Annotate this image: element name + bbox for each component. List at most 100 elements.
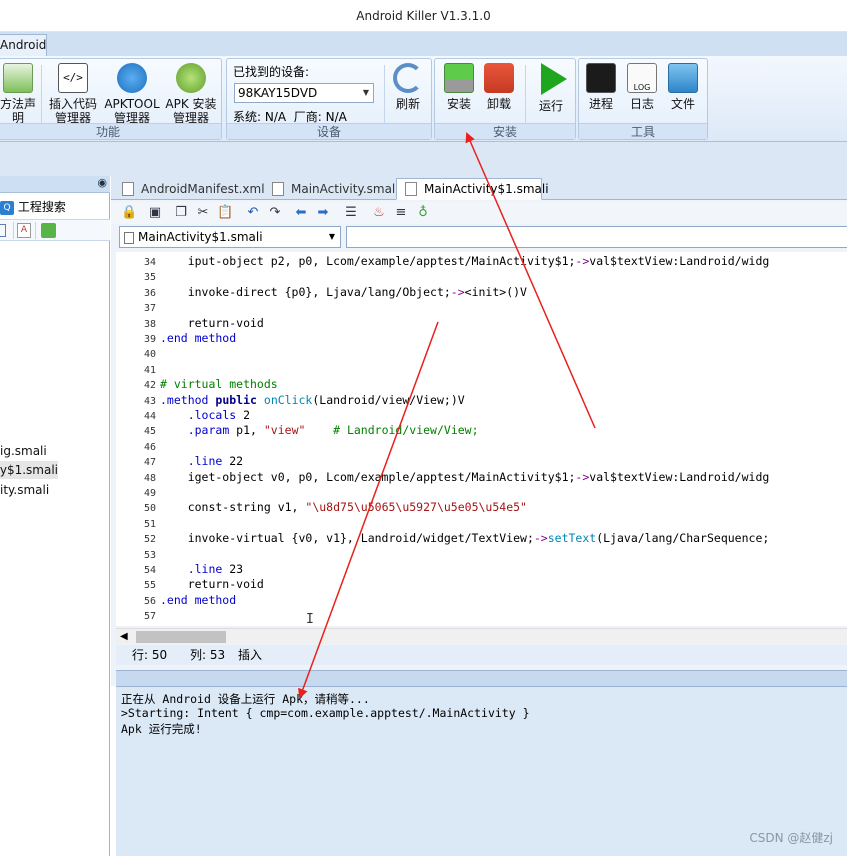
document-icon [272, 182, 284, 196]
install-icon [444, 63, 474, 93]
apk-install-manager-button[interactable]: APK 安装 管理器 [163, 61, 219, 125]
line-text: invoke-direct {p0}, Ljava/lang/Object;->… [160, 284, 527, 299]
code-line[interactable]: 56 .end method [116, 593, 847, 608]
paste-icon[interactable]: 📋 [217, 205, 233, 221]
file-item-mainactivity[interactable]: ity.smali [0, 481, 80, 499]
apktool-manager-label: APKTOOL 管理器 [104, 97, 160, 125]
code-line[interactable]: 40 [116, 346, 847, 361]
tab-mainactivity1[interactable]: MainActivity$1.smali [396, 178, 549, 200]
code-line[interactable]: 47 .line 22 [116, 454, 847, 469]
group-caption-tools: 工具 [579, 123, 707, 139]
line-number: 50 [143, 503, 156, 515]
code-line[interactable]: 53 [116, 547, 847, 562]
forward-arrow-icon[interactable]: ➡ [315, 205, 331, 221]
xml-icon[interactable]: A [17, 223, 31, 238]
method-declaration-button[interactable]: 方法声 明 [0, 61, 37, 125]
code-line[interactable]: 50 const-string v1, "\u8d75\u5065\u5927\… [116, 500, 847, 515]
code-line[interactable]: 51 [116, 516, 847, 531]
output-line: >Starting: Intent { cmp=com.example.appt… [121, 706, 530, 720]
uninstall-label: 卸载 [486, 97, 511, 111]
code-line[interactable]: 37 [116, 300, 847, 315]
eye-icon[interactable]: ◉ [97, 176, 107, 189]
line-text: .method public onClick(Landroid/view/Vie… [160, 392, 465, 407]
chevron-down-icon: ▼ [328, 232, 335, 241]
file-button[interactable]: 文件 [663, 61, 703, 111]
status-mode: 插入 [238, 648, 263, 662]
cut-icon[interactable]: ✂ [195, 205, 211, 221]
terminal-icon [586, 63, 616, 93]
line-text: invoke-virtual {v0, v1}, Landroid/widget… [160, 531, 770, 546]
method-combo[interactable]: MainActivity$1.smali ▼ [119, 226, 341, 248]
code-line[interactable]: 52 invoke-virtual {v0, v1}, Landroid/wid… [116, 531, 847, 546]
run-button[interactable]: 运行 [531, 61, 571, 113]
app-tab-android[interactable]: Android [0, 34, 47, 56]
editor-status-bar: 行: 50 列: 53 插入 [116, 645, 847, 665]
project-search-tab[interactable]: Q 工程搜索 [0, 197, 110, 217]
editor-toolbar: 🔒 ▣ ❐ ✂ 📋 ↶ ↷ ⬅ ➡ ☰ ♨ ≡ ♁ [111, 202, 847, 224]
device-found-label: 已找到的设备: [233, 65, 310, 79]
code-line[interactable]: 46 [116, 439, 847, 454]
format-icon[interactable]: ☰ [343, 205, 359, 221]
apktool-manager-button[interactable]: APKTOOL 管理器 [103, 61, 161, 125]
scrollbar-thumb[interactable] [136, 631, 226, 643]
code-line[interactable]: 57 [116, 608, 847, 623]
refresh-icon [393, 63, 423, 93]
method-declaration-label: 方法声 明 [0, 97, 36, 125]
file-item-config[interactable]: ig.smali [0, 442, 80, 460]
back-arrow-icon[interactable]: ⬅ [293, 205, 309, 221]
list-icon[interactable]: ≡ [393, 205, 409, 221]
code-line[interactable]: 36 invoke-direct {p0}, Ljava/lang/Object… [116, 285, 847, 300]
member-combo[interactable] [346, 226, 847, 248]
uninstall-button[interactable]: 卸载 [479, 61, 519, 111]
code-line[interactable]: 42 # virtual methods [116, 377, 847, 392]
log-button[interactable]: LOG 日志 [622, 61, 662, 111]
code-line[interactable]: 41 [116, 362, 847, 377]
code-line[interactable]: 35 [116, 269, 847, 284]
ribbon-group-device: 已找到的设备: 98KAY15DVD ▼ 系统: N/A 厂商: N/A 刷新 … [226, 58, 432, 140]
code-line[interactable]: 43 .method public onClick(Landroid/view/V… [116, 393, 847, 408]
line-number: 43 [143, 395, 156, 407]
java-icon[interactable]: ♨ [371, 205, 387, 221]
device-select[interactable]: 98KAY15DVD ▼ [234, 83, 374, 103]
code-editor[interactable]: 34 iput-object p2, p0, Lcom/example/appt… [116, 252, 847, 626]
line-text: .end method [160, 331, 237, 345]
refresh-button[interactable]: 刷新 [389, 61, 427, 111]
code-line[interactable]: 44 .locals 2 [116, 408, 847, 423]
code-line[interactable]: 54 .line 23 [116, 562, 847, 577]
code-line[interactable]: 48 iget-object v0, p0, Lcom/example/appt… [116, 470, 847, 485]
code-line[interactable]: 34 iput-object p2, p0, Lcom/example/appt… [116, 254, 847, 269]
process-button[interactable]: 进程 [581, 61, 621, 111]
scroll-left-arrow-icon[interactable]: ◀ [120, 629, 128, 645]
tab-androidmanifest[interactable]: AndroidManifest.xml [113, 178, 265, 200]
project-search-label: 工程搜索 [17, 200, 66, 214]
group-caption-install: 安装 [435, 123, 575, 139]
redo-icon[interactable]: ↷ [267, 205, 283, 221]
tree-icon[interactable]: ♁ [415, 205, 431, 221]
project-panel-toolbar: A [0, 219, 110, 241]
code-line[interactable]: 49 [116, 485, 847, 500]
android-small-icon[interactable] [41, 223, 56, 238]
undo-icon[interactable]: ↶ [245, 205, 261, 221]
line-number: 36 [143, 287, 156, 299]
folder-icon[interactable] [0, 224, 6, 237]
save-icon[interactable]: ▣ [147, 205, 163, 221]
document-icon [124, 231, 134, 244]
line-text: iget-object v0, p0, Lcom/example/apptest… [160, 469, 770, 484]
file-item-mainactivity1[interactable]: ity$1.smali [0, 461, 58, 479]
code-line[interactable]: 55 return-void [116, 577, 847, 592]
play-icon [541, 63, 567, 95]
tab-label: MainActivity.smali [291, 182, 399, 196]
line-number: 49 [143, 488, 156, 499]
lock-icon[interactable]: 🔒 [121, 205, 137, 221]
install-button[interactable]: 安装 [439, 61, 479, 111]
tab-mainactivity[interactable]: MainActivity.smali [263, 178, 399, 200]
line-text: .line 22 [187, 454, 244, 469]
copy-icon[interactable]: ❐ [173, 205, 189, 221]
line-number: 38 [143, 318, 156, 330]
line-text: .end method [160, 592, 237, 607]
code-line[interactable]: 39 .end method [116, 331, 847, 346]
horizontal-scrollbar[interactable]: ◀ [116, 628, 847, 644]
insert-code-manager-button[interactable]: </> 插入代码 管理器 [45, 61, 101, 125]
code-line[interactable]: 45 .param p1, "view" # Landroid/view/Vie… [116, 423, 847, 438]
code-line[interactable]: 38 return-void [116, 316, 847, 331]
